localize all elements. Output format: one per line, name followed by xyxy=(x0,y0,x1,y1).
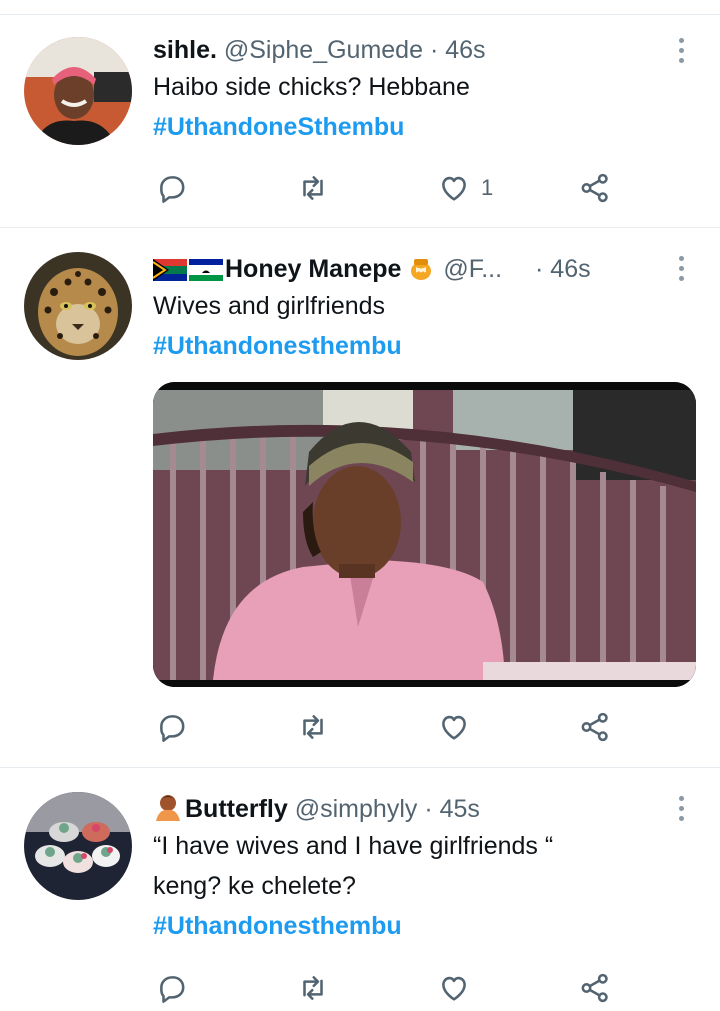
like-button[interactable] xyxy=(437,707,481,747)
display-name[interactable]: Butterfly xyxy=(185,795,288,823)
avatar[interactable] xyxy=(24,252,132,360)
tweet-text-line-1: “I have wives and I have girlfriends “ xyxy=(153,832,554,860)
like-count: 1 xyxy=(481,175,494,200)
reply-button[interactable] xyxy=(155,968,199,1008)
person-bowing-emoji-icon xyxy=(156,795,180,821)
share-button[interactable] xyxy=(578,707,622,747)
avatar[interactable] xyxy=(24,792,132,900)
tweet-text-line-2: keng? ke chelete? xyxy=(153,872,356,900)
tweet-media-image[interactable] xyxy=(153,382,696,687)
hashtag-link[interactable]: #Uthandonesthembu xyxy=(153,906,680,946)
retweet-arrows-icon xyxy=(303,176,323,200)
tweet-1[interactable]: sihle. @Siphe_Gumede · 46s Haibo side ch… xyxy=(0,15,720,228)
hashtag-link[interactable]: #Uthandonesthembu xyxy=(153,326,680,366)
tweet-actions: 1 xyxy=(153,168,633,208)
tweet-header: sihle. @Siphe_Gumede · 46s xyxy=(153,33,680,67)
tweet-text: Haibo side chicks? Hebbane xyxy=(153,73,470,101)
lesotho-flag-icon xyxy=(189,259,223,281)
top-divider xyxy=(0,0,720,15)
retweet-button[interactable] xyxy=(296,968,340,1008)
more-options-icon[interactable] xyxy=(678,38,686,68)
retweet-arrows-icon xyxy=(303,976,323,1000)
honey-pot-icon xyxy=(411,259,432,280)
timestamp[interactable]: 45s xyxy=(440,795,480,823)
timestamp[interactable]: 46s xyxy=(445,36,485,64)
tweet-header: Honey Manepe @F... · 46s xyxy=(153,252,680,286)
avatar-image xyxy=(24,792,132,900)
tweet-header: Butterfly @simphyly · 45s xyxy=(153,792,680,826)
share-button[interactable] xyxy=(578,968,622,1008)
like-button[interactable]: 1 xyxy=(437,168,493,208)
share-button[interactable] xyxy=(578,168,622,208)
share-nodes-icon xyxy=(581,973,608,1003)
display-name[interactable]: sihle. xyxy=(153,36,217,64)
avatar-image xyxy=(24,252,132,360)
reply-button[interactable] xyxy=(155,168,199,208)
separator-dot: · xyxy=(535,255,544,283)
retweet-button[interactable] xyxy=(296,168,340,208)
timestamp[interactable]: 46s xyxy=(550,255,590,283)
reply-button[interactable] xyxy=(155,707,199,747)
tweet-actions xyxy=(153,707,633,747)
avatar-image xyxy=(24,37,132,145)
speech-bubble-icon xyxy=(160,976,185,1003)
tweet-3[interactable]: Butterfly @simphyly · 45s “I have wives … xyxy=(0,768,720,1011)
more-options-icon[interactable] xyxy=(678,796,686,826)
heart-outline-icon xyxy=(442,176,466,201)
hashtag-link[interactable]: #UthandoneSthembu xyxy=(153,107,680,147)
heart-outline-icon xyxy=(442,976,466,1001)
media-photo xyxy=(153,382,696,687)
separator-dot: · xyxy=(424,795,433,823)
retweet-arrows-icon xyxy=(303,715,323,739)
tweet-2[interactable]: Honey Manepe @F... · 46s Wives and girlf… xyxy=(0,228,720,768)
speech-bubble-icon xyxy=(160,176,185,203)
speech-bubble-icon xyxy=(160,715,185,742)
user-handle[interactable]: @simphyly xyxy=(295,795,418,823)
tweet-actions xyxy=(153,968,633,1008)
display-name[interactable]: Honey Manepe xyxy=(225,255,401,283)
user-handle[interactable]: @F... xyxy=(443,255,502,283)
share-nodes-icon xyxy=(581,712,608,742)
retweet-button[interactable] xyxy=(296,707,340,747)
more-options-icon[interactable] xyxy=(678,256,686,286)
like-button[interactable] xyxy=(437,968,481,1008)
south-africa-flag-icon xyxy=(153,259,187,281)
avatar[interactable] xyxy=(24,37,132,145)
tweet-text: Wives and girlfriends xyxy=(153,292,386,320)
user-handle[interactable]: @Siphe_Gumede xyxy=(224,36,423,64)
share-nodes-icon xyxy=(581,173,608,203)
separator-dot: · xyxy=(429,36,439,64)
heart-outline-icon xyxy=(442,715,466,740)
